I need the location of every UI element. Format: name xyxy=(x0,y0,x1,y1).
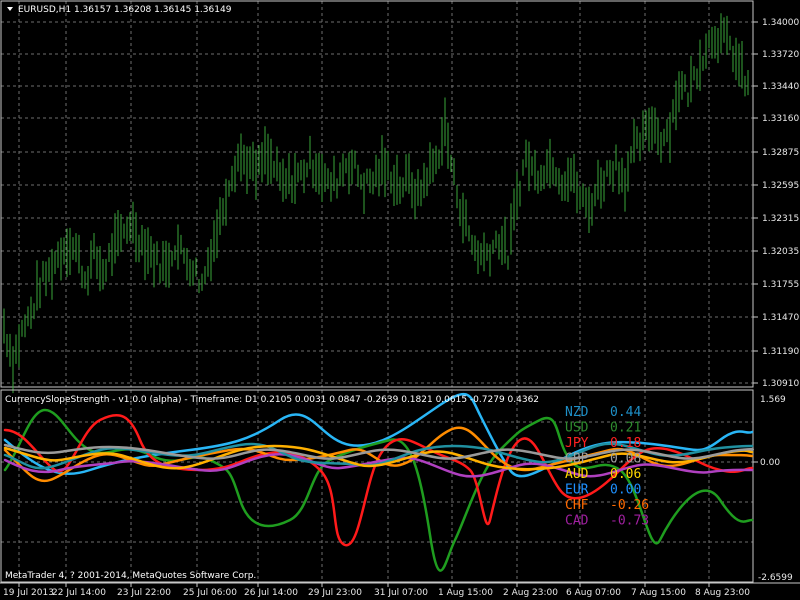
legend-currency: CAD xyxy=(565,514,589,529)
copyright-text: MetaTrader 4, ? 2001-2014, MetaQuotes So… xyxy=(5,571,256,581)
time-axis: 19 Jul 201322 Jul 14:00 23 Jul 22:00 25 Ju… xyxy=(0,582,800,598)
main-chart-grid xyxy=(1,1,753,387)
legend-currency: EUR xyxy=(565,483,589,498)
time-tick-label: 8 Aug 23:00 xyxy=(695,588,750,598)
time-tick-label: 31 Jul 07:00 xyxy=(374,588,428,598)
symbol-header: EURUSD,H1 1.36157 1.36208 1.36145 1.3614… xyxy=(18,5,232,15)
legend-value: 0.06 xyxy=(610,467,641,482)
trading-chart[interactable]: 1.34000 1.33720 1.33440 1.33160 1.32875 1.325… xyxy=(0,0,800,600)
price-tick-label: 1.33160 xyxy=(762,114,799,124)
time-tick-label: 22 Jul 14:00 xyxy=(52,588,106,598)
legend-value: 0.00 xyxy=(610,483,641,498)
price-axis: 1.34000 1.33720 1.33440 1.33160 1.32875 1.325… xyxy=(753,18,799,389)
legend-currency: USD xyxy=(565,421,589,436)
price-tick-label: 1.34000 xyxy=(762,18,799,28)
time-tick-label: 19 Jul 2013 xyxy=(3,588,54,598)
legend-value: 0.44 xyxy=(610,405,641,420)
price-tick-label: 1.32875 xyxy=(762,148,799,158)
indicator-zero-tick: 0.00 xyxy=(760,458,780,468)
time-tick-label: 29 Jul 23:00 xyxy=(308,588,362,598)
time-tick-label: 26 Jul 14:00 xyxy=(244,588,298,598)
price-tick-label: 1.32315 xyxy=(762,214,799,224)
time-tick-label: 7 Aug 15:00 xyxy=(631,588,686,598)
legend-value: -0.73 xyxy=(610,514,649,529)
time-tick-label: 23 Jul 22:00 xyxy=(117,588,171,598)
legend-currency: CHF xyxy=(565,498,589,513)
price-tick-label: 1.33440 xyxy=(762,82,799,92)
indicator-bottom-tick: -2.6599 xyxy=(758,573,793,583)
currency-strength-legend: NZD 0.44 USD 0.21 JPY 0.18 GBP 0.08 AUD 0.06 EUR 0.… xyxy=(565,405,649,529)
legend-currency: NZD xyxy=(565,405,589,420)
legend-value: 0.21 xyxy=(610,421,641,436)
legend-currency: AUD xyxy=(565,467,589,482)
price-candles xyxy=(3,13,749,394)
time-tick-label: 6 Aug 07:00 xyxy=(566,588,621,598)
legend-value: 0.08 xyxy=(610,452,641,467)
legend-value: 0.18 xyxy=(610,436,641,451)
price-tick-label: 1.31755 xyxy=(762,280,799,290)
legend-currency: JPY xyxy=(565,436,589,451)
price-tick-label: 1.31470 xyxy=(762,313,799,323)
legend-currency: GBP xyxy=(565,452,589,467)
price-tick-label: 1.32595 xyxy=(762,181,799,191)
time-tick-label: 2 Aug 23:00 xyxy=(503,588,558,598)
legend-value: -0.26 xyxy=(610,498,649,513)
time-tick-label: 25 Jul 06:00 xyxy=(183,588,237,598)
price-tick-label: 1.30910 xyxy=(762,379,799,389)
main-chart-frame xyxy=(0,0,754,388)
price-tick-label: 1.33720 xyxy=(762,50,799,60)
price-tick-label: 1.32035 xyxy=(762,247,799,257)
price-tick-label: 1.31190 xyxy=(762,347,799,357)
indicator-header: CurrencySlopeStrength - v1.0.0 (alpha) -… xyxy=(5,395,539,405)
time-tick-label: 1 Aug 15:00 xyxy=(438,588,493,598)
dropdown-arrow-icon[interactable] xyxy=(7,7,13,11)
indicator-top-tick: 1.569 xyxy=(760,395,786,405)
